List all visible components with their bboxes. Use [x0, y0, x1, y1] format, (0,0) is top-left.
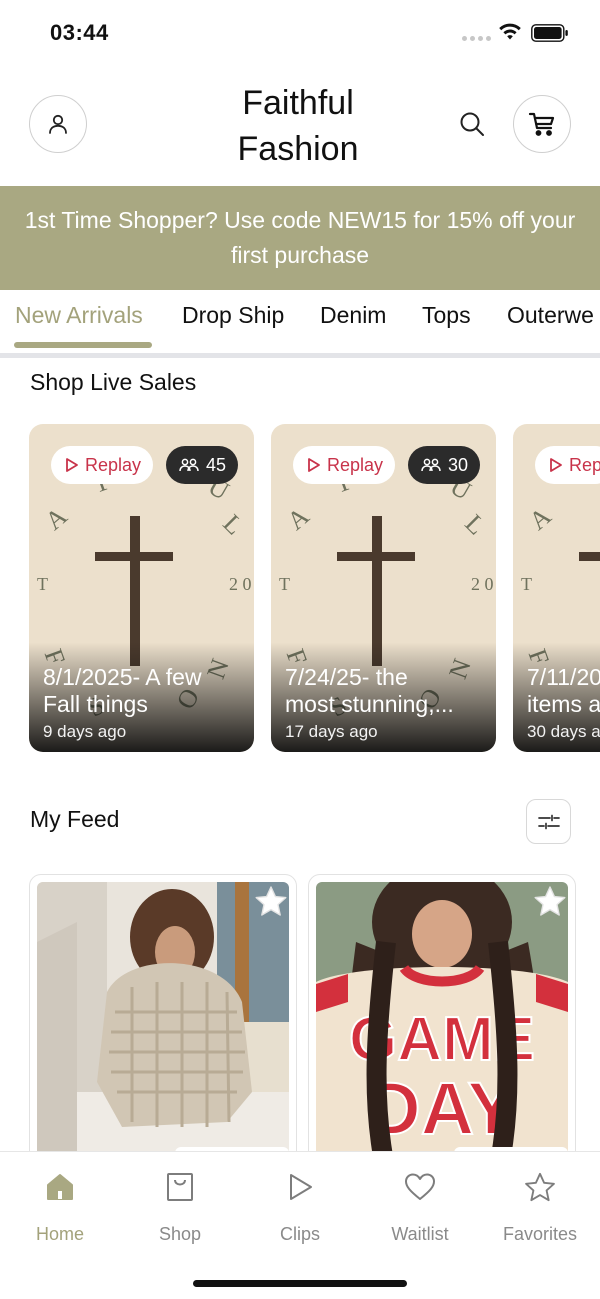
- feed-filter-button[interactable]: [526, 799, 571, 844]
- play-icon: [308, 458, 320, 472]
- viewer-count-badge: 45: [166, 446, 239, 484]
- status-time: 03:44: [50, 20, 109, 45]
- live-sale-age: 30 days a: [527, 722, 600, 741]
- play-icon: [550, 458, 562, 472]
- live-sale-card[interactable]: A T F Rep 7/11/20 items a 30 days a: [513, 424, 600, 752]
- live-sale-title-line2: most stunning,...: [285, 691, 454, 717]
- live-sale-age: 9 days ago: [43, 722, 127, 741]
- play-icon: [290, 1174, 312, 1200]
- account-button[interactable]: [29, 95, 87, 153]
- nav-home[interactable]: Home: [0, 1170, 120, 1245]
- store-title-line1: Faithful: [242, 84, 354, 122]
- replay-label: Replay: [85, 454, 142, 475]
- nav-waitlist[interactable]: Waitlist: [360, 1170, 480, 1245]
- tab-outerwear[interactable]: Outerwe: [507, 302, 594, 329]
- nav-favorites[interactable]: Favorites: [480, 1170, 600, 1245]
- promo-banner[interactable]: 1st Time Shopper? Use code NEW15 for 15%…: [0, 186, 600, 290]
- viewer-count: 45: [206, 454, 227, 475]
- home-icon: [47, 1174, 73, 1200]
- home-indicator: [193, 1280, 407, 1287]
- active-tab-indicator: [14, 342, 152, 348]
- tab-new-arrivals[interactable]: New Arrivals: [15, 302, 143, 329]
- nav-clips-label: Clips: [279, 1224, 320, 1244]
- replay-badge[interactable]: Rep: [535, 446, 600, 484]
- tab-drop-ship[interactable]: Drop Ship: [182, 302, 284, 329]
- live-sale-card[interactable]: A T H U L T 2 0 F S O N Replay 45 8/1/20…: [29, 424, 254, 752]
- star-icon: [255, 886, 287, 916]
- nav-clips[interactable]: Clips: [240, 1170, 360, 1245]
- user-icon: [49, 114, 67, 134]
- play-icon: [66, 458, 78, 472]
- feed-product-card[interactable]: GAME DAY: [308, 874, 576, 1164]
- battery-icon: [531, 24, 568, 42]
- live-sales-title: Shop Live Sales: [30, 369, 197, 395]
- bottom-nav: Home Shop Clips Waitlist Favorites: [0, 1151, 600, 1299]
- search-icon: [460, 112, 484, 136]
- search-button[interactable]: [454, 106, 490, 142]
- live-sale-card[interactable]: A T H U L T 2 0 F S O N Replay 30 7/24/2…: [271, 424, 496, 752]
- viewers-icon: [421, 458, 441, 472]
- live-sale-title: 7/24/25- the: [285, 664, 408, 690]
- nav-waitlist-label: Waitlist: [391, 1224, 449, 1244]
- nav-favorites-label: Favorites: [502, 1224, 578, 1244]
- nav-shop[interactable]: Shop: [120, 1170, 240, 1245]
- heart-icon: [405, 1173, 435, 1200]
- nav-shop-label: Shop: [158, 1224, 202, 1244]
- store-title-line2: Fashion: [237, 130, 359, 168]
- product-image[interactable]: [37, 882, 289, 1163]
- live-sale-title: 7/11/20: [527, 664, 600, 690]
- wifi-icon: [499, 23, 521, 40]
- viewers-icon: [179, 458, 199, 472]
- replay-label: Replay: [327, 454, 384, 475]
- store-title: Faithful Fashion: [200, 80, 396, 172]
- replay-label: Rep: [569, 454, 600, 475]
- favorite-star-button[interactable]: [533, 885, 567, 922]
- star-icon: [534, 886, 566, 916]
- status-bar: 03:44: [0, 0, 600, 66]
- live-sale-title-line2: Fall things: [43, 691, 148, 717]
- category-tabs: New Arrivals Drop Ship Denim Tops Outerw…: [0, 290, 600, 358]
- live-sale-age: 17 days ago: [285, 722, 378, 741]
- feed-title: My Feed: [30, 806, 120, 832]
- promo-text: 1st Time Shopper? Use code NEW15 for 15%…: [24, 207, 576, 268]
- tab-denim[interactable]: Denim: [320, 302, 386, 329]
- cart-button[interactable]: [513, 95, 571, 153]
- viewer-count: 30: [448, 454, 469, 475]
- replay-badge[interactable]: Replay: [51, 446, 154, 484]
- replay-badge[interactable]: Replay: [293, 446, 396, 484]
- shopping-bag-icon: [167, 1173, 193, 1201]
- tab-tops[interactable]: Tops: [422, 302, 471, 329]
- sliders-icon: [537, 814, 560, 829]
- live-sales-carousel[interactable]: A T H U L T 2 0 F S O N Replay 45 8/1/20…: [29, 424, 600, 754]
- nav-home-label: Home: [35, 1224, 84, 1244]
- feed-product-card[interactable]: [29, 874, 297, 1164]
- product-image[interactable]: GAME DAY: [316, 882, 568, 1163]
- viewer-count-badge: 30: [408, 446, 481, 484]
- star-icon: [525, 1172, 555, 1202]
- live-sale-title-line2: items a: [527, 691, 600, 717]
- cart-icon: [528, 112, 555, 136]
- favorite-star-button[interactable]: [254, 885, 288, 922]
- app-header: Faithful Fashion: [0, 66, 600, 186]
- signal-dots-icon: [462, 36, 491, 41]
- live-sale-title: 8/1/2025- A few: [43, 664, 202, 690]
